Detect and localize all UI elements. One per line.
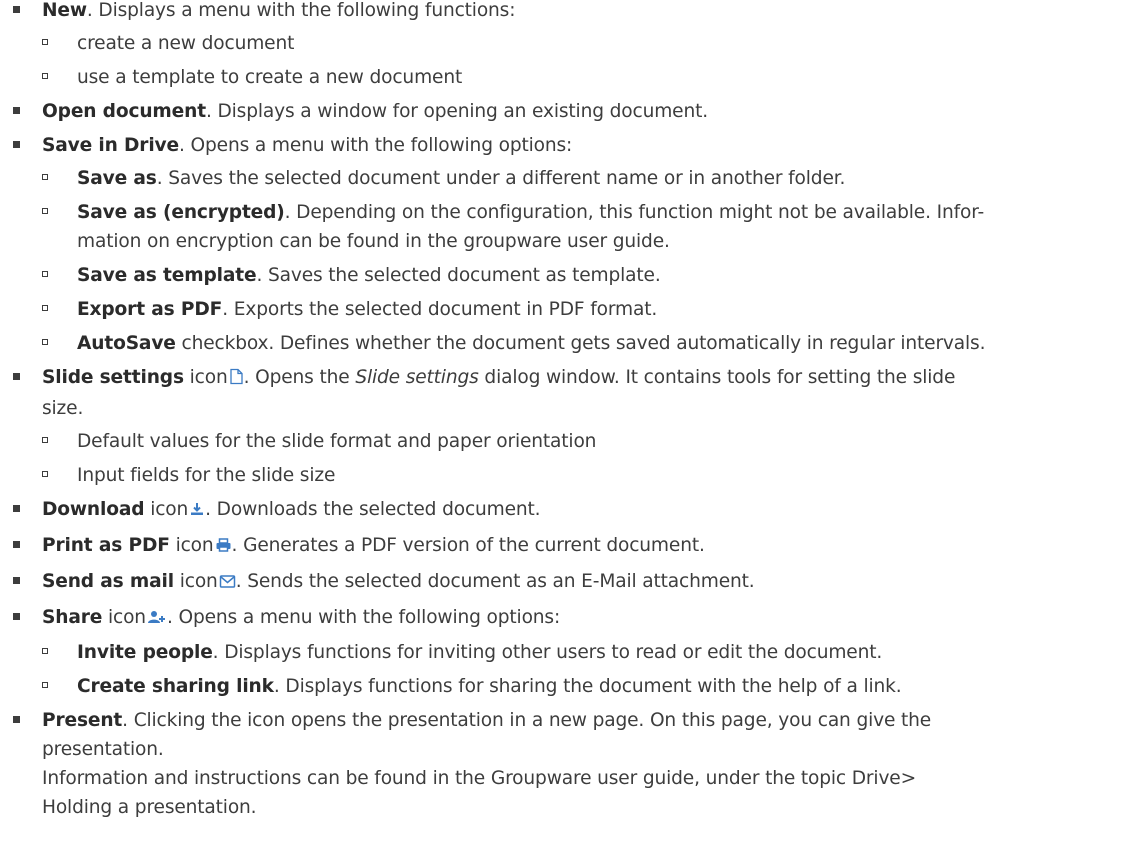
download-icon <box>189 497 205 526</box>
sub-list: Invite people. Displays functions for in… <box>42 638 1146 701</box>
item-text: dialog window. It contains tools for set… <box>478 367 956 388</box>
hollow-bullet <box>42 174 48 180</box>
hollow-bullet <box>42 271 48 277</box>
sub-list-item: AutoSave checkbox. Defines whether the d… <box>42 329 1146 358</box>
hollow-bullet <box>42 208 48 214</box>
square-bullet <box>13 577 20 584</box>
icon-word: icon <box>169 535 214 556</box>
item-label: Share <box>42 607 103 628</box>
item-label: Open document <box>42 101 206 122</box>
hollow-bullet <box>42 648 48 654</box>
item-label: Present <box>42 710 123 731</box>
item-label: Slide settings <box>42 367 184 388</box>
square-bullet <box>13 373 20 380</box>
item-label: Save in Drive <box>42 135 179 156</box>
square-bullet <box>13 6 20 13</box>
square-bullet <box>13 141 20 148</box>
square-bullet <box>13 716 20 723</box>
sub-item-text: use a template to create a new document <box>77 67 463 88</box>
sub-item-label: Invite people <box>77 642 213 663</box>
list-item-slide-settings: Slide settings icon . Opens the Slide set… <box>0 363 1146 490</box>
sub-list: Save as. Saves the selected document und… <box>42 164 1146 358</box>
hollow-bullet <box>42 471 48 477</box>
list-item-download: Download icon . Downloads the selected do… <box>0 495 1146 526</box>
item-label: New <box>42 0 87 21</box>
sub-list-item: create a new document <box>42 29 1146 58</box>
sub-item-text: Input fields for the slide size <box>77 465 336 486</box>
sub-list-item: Invite people. Displays functions for in… <box>42 638 1146 667</box>
item-text: . Downloads the selected document. <box>205 499 541 520</box>
list-item-open-document: Open document. Displays a window for ope… <box>0 97 1146 126</box>
item-label: Download <box>42 499 145 520</box>
sub-item-label: AutoSave <box>77 333 176 354</box>
item-text-continued: presentation. <box>42 739 164 760</box>
icon-word: icon <box>173 571 218 592</box>
sub-item-text: . Displays functions for sharing the doc… <box>273 676 902 697</box>
sub-item-text: . Saves the selected document as templat… <box>256 265 661 286</box>
item-text: . Opens a menu with the following option… <box>166 607 561 628</box>
item-note: Information and instructions can be foun… <box>42 768 917 789</box>
sub-item-text: create a new document <box>77 33 295 54</box>
mail-icon <box>219 569 236 598</box>
sub-item-label: Save as template <box>77 265 257 286</box>
list-item-save-in-drive: Save in Drive. Opens a menu with the fol… <box>0 131 1146 358</box>
hollow-bullet <box>42 305 48 311</box>
sub-item-label: Save as <box>77 168 157 189</box>
sub-item-label: Export as PDF <box>77 299 223 320</box>
square-bullet <box>13 505 20 512</box>
sub-list: create a new document use a template to … <box>42 29 1146 92</box>
sub-list-item: Default values for the slide format and … <box>42 427 1146 456</box>
square-bullet <box>13 541 20 548</box>
item-text: . Displays a menu with the following fun… <box>86 0 516 21</box>
sub-list-item: use a template to create a new document <box>42 63 1146 92</box>
slide-settings-icon <box>229 365 244 394</box>
print-icon <box>215 533 232 562</box>
list-item-new: New. Displays a menu with the following … <box>0 0 1146 92</box>
sub-item-label: Create sharing link <box>77 676 274 697</box>
item-label: Send as mail <box>42 571 174 592</box>
list-item-send-as-mail: Send as mail icon . Sends the selected do… <box>0 567 1146 598</box>
hollow-bullet <box>42 73 48 79</box>
item-text: . Clicking the icon opens the presentati… <box>122 710 932 731</box>
share-user-icon <box>147 605 167 634</box>
list-item-present: Present. Clicking the icon opens the pre… <box>0 706 1146 822</box>
icon-word: icon <box>183 367 228 388</box>
item-text: . Generates a PDF version of the current… <box>231 535 705 556</box>
item-label: Print as PDF <box>42 535 170 556</box>
item-note-continued: Holding a presentation. <box>42 797 257 818</box>
item-text-continued: size. <box>42 398 84 419</box>
hollow-bullet <box>42 437 48 443</box>
sub-item-text-continued: mation on encryption can be found in the… <box>77 231 670 252</box>
sub-item-text: checkbox. Defines whether the document g… <box>175 333 986 354</box>
list-item-share: Share icon . Opens a menu with the follow… <box>0 603 1146 701</box>
sub-list-item: Create sharing link. Displays functions … <box>42 672 1146 701</box>
item-text: . Opens the <box>243 367 356 388</box>
item-text: . Displays a window for opening an exist… <box>205 101 708 122</box>
sub-item-text: . Displays functions for inviting other … <box>212 642 883 663</box>
hollow-bullet <box>42 682 48 688</box>
sub-item-text: . Depending on the configuration, this f… <box>284 202 985 223</box>
sub-list-item: Save as (encrypted). Depending on the co… <box>42 198 1146 256</box>
feature-list: New. Displays a menu with the following … <box>0 0 1146 827</box>
hollow-bullet <box>42 39 48 45</box>
sub-list-item: Export as PDF. Exports the selected docu… <box>42 295 1146 324</box>
dialog-title-reference: Slide settings <box>355 367 479 388</box>
sub-list: Default values for the slide format and … <box>42 427 1146 490</box>
sub-list-item: Save as template. Saves the selected doc… <box>42 261 1146 290</box>
sub-list-item: Save as. Saves the selected document und… <box>42 164 1146 193</box>
list-item-print-as-pdf: Print as PDF icon . Generates a PDF versi… <box>0 531 1146 562</box>
sub-item-text: Default values for the slide format and … <box>77 431 597 452</box>
hollow-bullet <box>42 339 48 345</box>
icon-word: icon <box>102 607 146 628</box>
sub-item-text: . Exports the selected document in PDF f… <box>222 299 658 320</box>
item-text: . Opens a menu with the following option… <box>179 135 573 156</box>
icon-word: icon <box>144 499 189 520</box>
sub-list-item: Input fields for the slide size <box>42 461 1146 490</box>
sub-item-text: . Saves the selected document under a di… <box>156 168 846 189</box>
sub-item-label: Save as (encrypted) <box>77 202 285 223</box>
square-bullet <box>13 613 20 620</box>
square-bullet <box>13 107 20 114</box>
item-text: . Sends the selected document as an E-Ma… <box>235 571 755 592</box>
